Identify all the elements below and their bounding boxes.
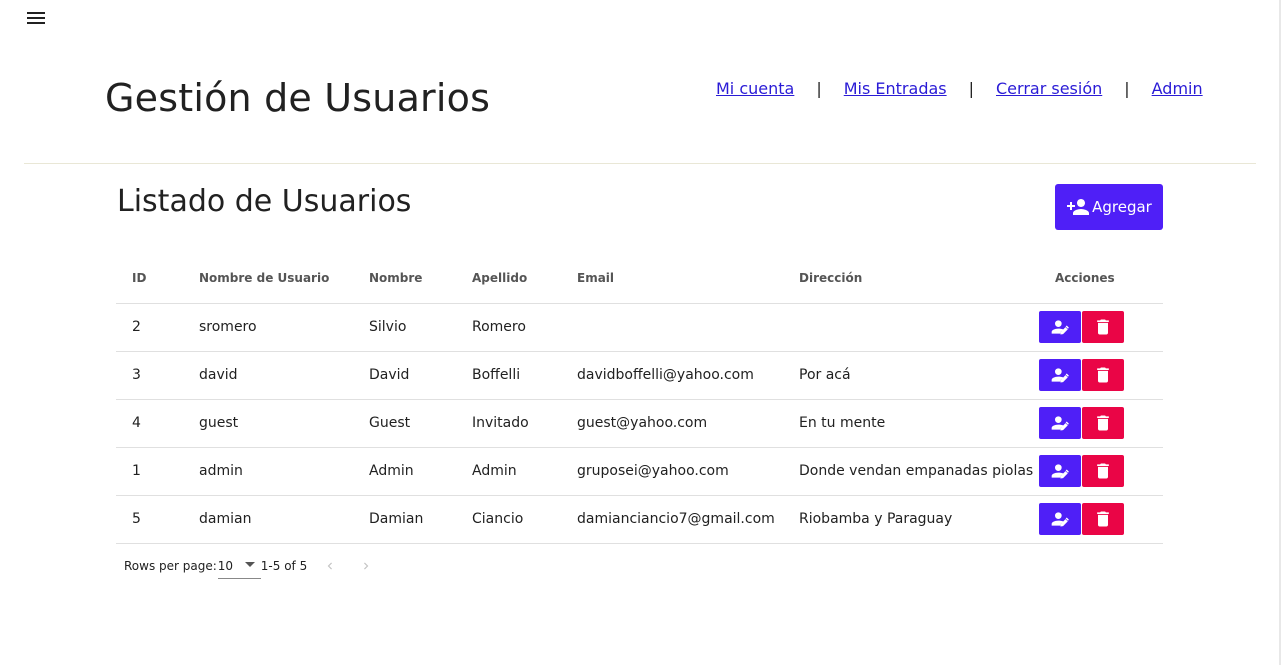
- cell-username: guest: [183, 399, 353, 448]
- cell-email: damianciancio7@gmail.com: [561, 495, 783, 544]
- row-actions: [1039, 455, 1163, 487]
- cell-apellido: Admin: [456, 447, 561, 496]
- person-edit-icon: [1050, 317, 1070, 337]
- next-page-icon[interactable]: [359, 559, 373, 573]
- trash-icon: [1093, 509, 1113, 529]
- trash-icon: [1093, 413, 1113, 433]
- row-actions: [1039, 311, 1163, 343]
- delete-user-button[interactable]: [1082, 359, 1124, 391]
- cell-email: guest@yahoo.com: [561, 399, 783, 448]
- delete-user-button[interactable]: [1082, 455, 1124, 487]
- cell-nombre: David: [353, 351, 456, 400]
- cell-apellido: Invitado: [456, 399, 561, 448]
- cell-acciones: [1039, 399, 1163, 448]
- table-header-row: ID Nombre de Usuario Nombre Apellido Ema…: [116, 254, 1163, 304]
- cell-username: sromero: [183, 303, 353, 352]
- cell-nombre: Silvio: [353, 303, 456, 352]
- nav-link-mi-cuenta[interactable]: Mi cuenta: [716, 79, 794, 98]
- nav-separator: |: [1124, 79, 1130, 98]
- cell-acciones: [1039, 495, 1163, 544]
- cell-apellido: Boffelli: [456, 351, 561, 400]
- row-actions: [1039, 503, 1163, 535]
- trash-icon: [1093, 365, 1113, 385]
- nav-link-mis-entradas[interactable]: Mis Entradas: [844, 79, 947, 98]
- table-row: 3 david David Boffelli davidboffelli@yahoo.c…: [116, 351, 1163, 400]
- column-header-direccion[interactable]: Dirección: [783, 254, 1039, 304]
- header-divider: [24, 163, 1256, 164]
- rows-per-page-select[interactable]: 10: [217, 552, 261, 579]
- table-row: 2 sromero Silvio Romero: [116, 303, 1163, 352]
- table-row: 1 admin Admin Admin gruposei@yahoo.com Donde …: [116, 447, 1163, 496]
- previous-page-icon[interactable]: [323, 559, 337, 573]
- column-header-nombre[interactable]: Nombre: [353, 254, 456, 304]
- row-actions: [1039, 359, 1163, 391]
- person-edit-icon: [1050, 365, 1070, 385]
- cell-acciones: [1039, 303, 1163, 352]
- row-actions: [1039, 407, 1163, 439]
- cell-direccion: Riobamba y Paraguay: [783, 495, 1039, 544]
- person-edit-icon: [1050, 461, 1070, 481]
- cell-username: david: [183, 351, 353, 400]
- page-title: Gestión de Usuarios: [105, 76, 491, 120]
- delete-user-button[interactable]: [1082, 407, 1124, 439]
- cell-apellido: Ciancio: [456, 495, 561, 544]
- add-user-label: Agregar: [1092, 198, 1152, 216]
- edit-user-button[interactable]: [1039, 311, 1081, 343]
- cell-email: davidboffelli@yahoo.com: [561, 351, 783, 400]
- edit-user-button[interactable]: [1039, 359, 1081, 391]
- column-header-id[interactable]: ID: [116, 254, 183, 304]
- trash-icon: [1093, 461, 1113, 481]
- users-table: ID Nombre de Usuario Nombre Apellido Ema…: [116, 254, 1163, 544]
- cell-nombre: Damian: [353, 495, 456, 544]
- cell-direccion: En tu mente: [783, 399, 1039, 448]
- cell-acciones: [1039, 447, 1163, 496]
- column-header-email[interactable]: Email: [561, 254, 783, 304]
- cell-username: damian: [183, 495, 353, 544]
- cell-nombre: Admin: [353, 447, 456, 496]
- cell-id: 2: [116, 303, 183, 352]
- dropdown-caret-icon: [244, 562, 255, 567]
- pagination: Rows per page: 10 1-5 of 5: [124, 552, 373, 579]
- edit-user-button[interactable]: [1039, 455, 1081, 487]
- table-row: 4 guest Guest Invitado guest@yahoo.com En tu …: [116, 399, 1163, 448]
- cell-id: 5: [116, 495, 183, 544]
- nav-separator: |: [968, 79, 974, 98]
- cell-email: [561, 303, 783, 352]
- hamburger-menu-icon[interactable]: [24, 8, 48, 28]
- cell-direccion: Por acá: [783, 351, 1039, 400]
- person-edit-icon: [1050, 509, 1070, 529]
- cell-id: 1: [116, 447, 183, 496]
- edit-user-button[interactable]: [1039, 407, 1081, 439]
- delete-user-button[interactable]: [1082, 311, 1124, 343]
- nav-link-cerrar-sesion[interactable]: Cerrar sesión: [996, 79, 1102, 98]
- person-add-icon: [1067, 199, 1090, 215]
- cell-id: 3: [116, 351, 183, 400]
- cell-acciones: [1039, 351, 1163, 400]
- rows-per-page-value: 10: [217, 559, 234, 573]
- cell-id: 4: [116, 399, 183, 448]
- rows-per-page-label: Rows per page:: [124, 558, 217, 573]
- pagination-range: 1-5 of 5: [260, 558, 308, 573]
- cell-nombre: Guest: [353, 399, 456, 448]
- cell-username: admin: [183, 447, 353, 496]
- add-user-button[interactable]: Agregar: [1055, 184, 1163, 230]
- cell-direccion: Donde vendan empanadas piolas: [783, 447, 1039, 496]
- cell-direccion: [783, 303, 1039, 352]
- column-header-username[interactable]: Nombre de Usuario: [183, 254, 353, 304]
- section-title: Listado de Usuarios: [117, 184, 412, 219]
- column-header-apellido[interactable]: Apellido: [456, 254, 561, 304]
- table-row: 5 damian Damian Ciancio damianciancio7@gmail…: [116, 495, 1163, 544]
- person-edit-icon: [1050, 413, 1070, 433]
- trash-icon: [1093, 317, 1113, 337]
- cell-email: gruposei@yahoo.com: [561, 447, 783, 496]
- nav-separator: |: [816, 79, 822, 98]
- top-nav: Mi cuenta | Mis Entradas | Cerrar sesión…: [716, 79, 1203, 98]
- delete-user-button[interactable]: [1082, 503, 1124, 535]
- edit-user-button[interactable]: [1039, 503, 1081, 535]
- column-header-acciones: Acciones: [1039, 254, 1163, 304]
- cell-apellido: Romero: [456, 303, 561, 352]
- nav-link-admin[interactable]: Admin: [1152, 79, 1203, 98]
